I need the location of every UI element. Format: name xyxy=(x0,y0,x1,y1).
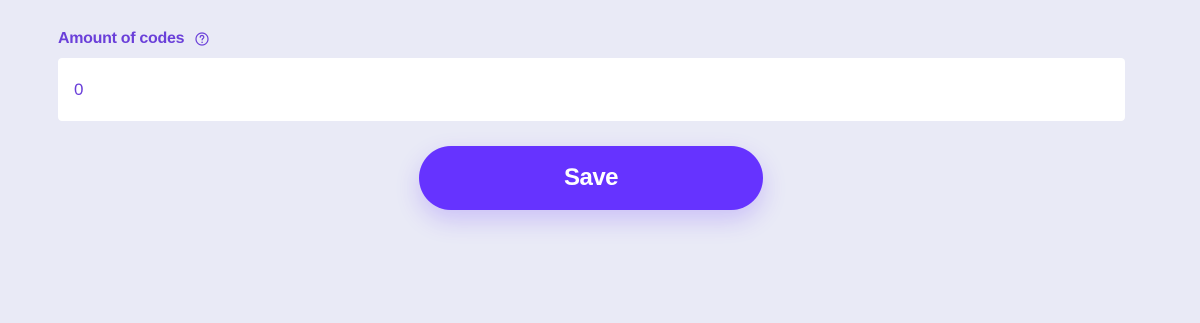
question-circle-icon[interactable] xyxy=(194,31,210,47)
save-button-container: Save xyxy=(419,146,763,210)
amount-of-codes-form: Amount of codes xyxy=(58,28,1125,121)
field-label-row: Amount of codes xyxy=(58,28,1125,50)
save-button[interactable]: Save xyxy=(419,146,763,210)
amount-of-codes-label: Amount of codes xyxy=(58,30,185,47)
amount-of-codes-field[interactable] xyxy=(58,58,1125,121)
amount-of-codes-input[interactable] xyxy=(72,78,1111,101)
